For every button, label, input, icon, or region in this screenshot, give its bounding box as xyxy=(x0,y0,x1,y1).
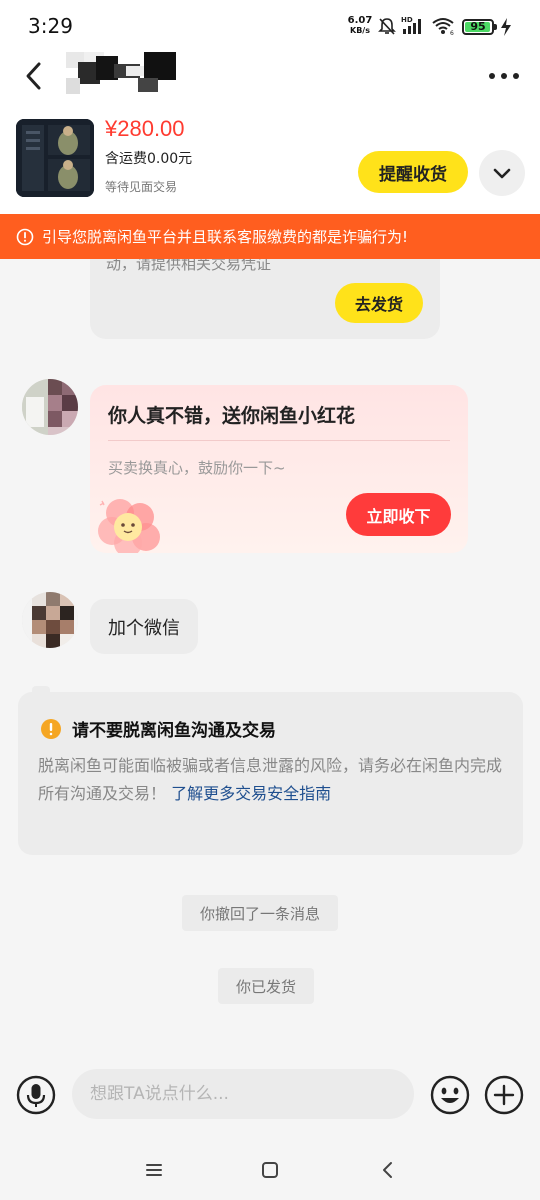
svg-text:HD: HD xyxy=(401,16,413,24)
chat-header xyxy=(0,52,540,104)
status-time: 3:29 xyxy=(28,14,73,38)
battery-level: 95 xyxy=(470,20,486,33)
chat-message[interactable]: 加个微信 xyxy=(90,599,198,654)
chat-area[interactable]: 动，请提供相关交易凭证 去发货 你人真不错，送你闲鱼小红花 买卖换真心，鼓励你一… xyxy=(0,259,540,1050)
signal-icon: HD xyxy=(401,16,421,34)
avatar[interactable] xyxy=(22,379,78,435)
back-nav-icon[interactable] xyxy=(376,1158,400,1182)
trade-status: 等待见面交易 xyxy=(105,180,178,194)
expand-button[interactable] xyxy=(479,150,525,196)
input-bar xyxy=(0,1050,540,1140)
avatar[interactable] xyxy=(22,592,78,648)
product-price: ¥280.00 xyxy=(105,116,185,141)
network-speed-unit: KB/s xyxy=(350,26,370,35)
emoji-icon[interactable] xyxy=(430,1075,470,1115)
message-input[interactable] xyxy=(72,1069,414,1119)
chevron-down-icon xyxy=(493,168,511,179)
remind-receipt-button[interactable]: 提醒收货 xyxy=(358,151,468,193)
fraud-warning-text: 引导您脱离闲鱼平台并且联系客服缴费的都是诈骗行为! xyxy=(42,228,409,246)
red-flower-icon xyxy=(98,499,160,553)
battery-icon: 95 xyxy=(462,19,494,35)
system-nav-bar xyxy=(0,1140,540,1200)
safety-title-text: 请不要脱离闲鱼沟通及交易 xyxy=(72,721,276,741)
exclamation-icon xyxy=(41,718,61,739)
product-image[interactable] xyxy=(16,119,94,197)
charging-icon xyxy=(501,18,511,36)
divider xyxy=(108,440,450,441)
network-speed: 6.07 KB/s xyxy=(347,16,373,36)
safety-guide-link[interactable]: 了解更多交易安全指南 xyxy=(171,784,331,803)
more-icon[interactable] xyxy=(486,66,522,86)
product-bar[interactable]: ¥280.00 含运费0.00元 等待见面交易 提醒收货 xyxy=(0,104,540,214)
flower-card-title: 你人真不错，送你闲鱼小红花 xyxy=(108,405,356,427)
ship-button[interactable]: 去发货 xyxy=(335,283,423,323)
system-message-shipped: 你已发货 xyxy=(218,968,315,1004)
back-icon[interactable] xyxy=(20,58,48,94)
safety-notice-title: 请不要脱离闲鱼沟通及交易 xyxy=(40,716,276,741)
home-icon[interactable] xyxy=(258,1158,282,1182)
accept-flower-button[interactable]: 立即收下 xyxy=(346,493,451,536)
mute-icon xyxy=(378,18,396,35)
battery-tip xyxy=(494,24,497,30)
fraud-warning-banner: 引导您脱离闲鱼平台并且联系客服缴费的都是诈骗行为! xyxy=(0,214,540,259)
warning-circle-icon xyxy=(16,228,34,245)
status-bar: 3:29 6.07 KB/s HD 6 95 xyxy=(0,0,540,52)
safety-notice-body: 脱离闲鱼可能面临被骗或者信息泄露的风险，请务必在闲鱼内完成所有沟通及交易！ 了解… xyxy=(38,752,506,808)
microphone-icon[interactable] xyxy=(16,1075,56,1115)
shipping-fee: 含运费0.00元 xyxy=(105,151,193,167)
order-card: 动，请提供相关交易凭证 去发货 xyxy=(90,259,440,339)
plus-icon[interactable] xyxy=(484,1075,524,1115)
safety-notice-card: 请不要脱离闲鱼沟通及交易 脱离闲鱼可能面临被骗或者信息泄露的风险，请务必在闲鱼内… xyxy=(18,692,523,855)
menu-icon[interactable] xyxy=(142,1158,166,1182)
contact-name-pixelated[interactable] xyxy=(66,52,176,96)
order-card-text: 动，请提供相关交易凭证 xyxy=(106,259,272,273)
system-message-recall: 你撤回了一条消息 xyxy=(182,895,339,931)
network-speed-value: 6.07 xyxy=(347,15,373,26)
wifi-icon: 6 xyxy=(432,18,454,36)
flower-card-subtitle: 买卖换真心，鼓励你一下~ xyxy=(108,459,286,477)
svg-text:6: 6 xyxy=(450,30,454,36)
red-flower-card[interactable]: 你人真不错，送你闲鱼小红花 买卖换真心，鼓励你一下~ 立即收下 xyxy=(90,385,468,553)
